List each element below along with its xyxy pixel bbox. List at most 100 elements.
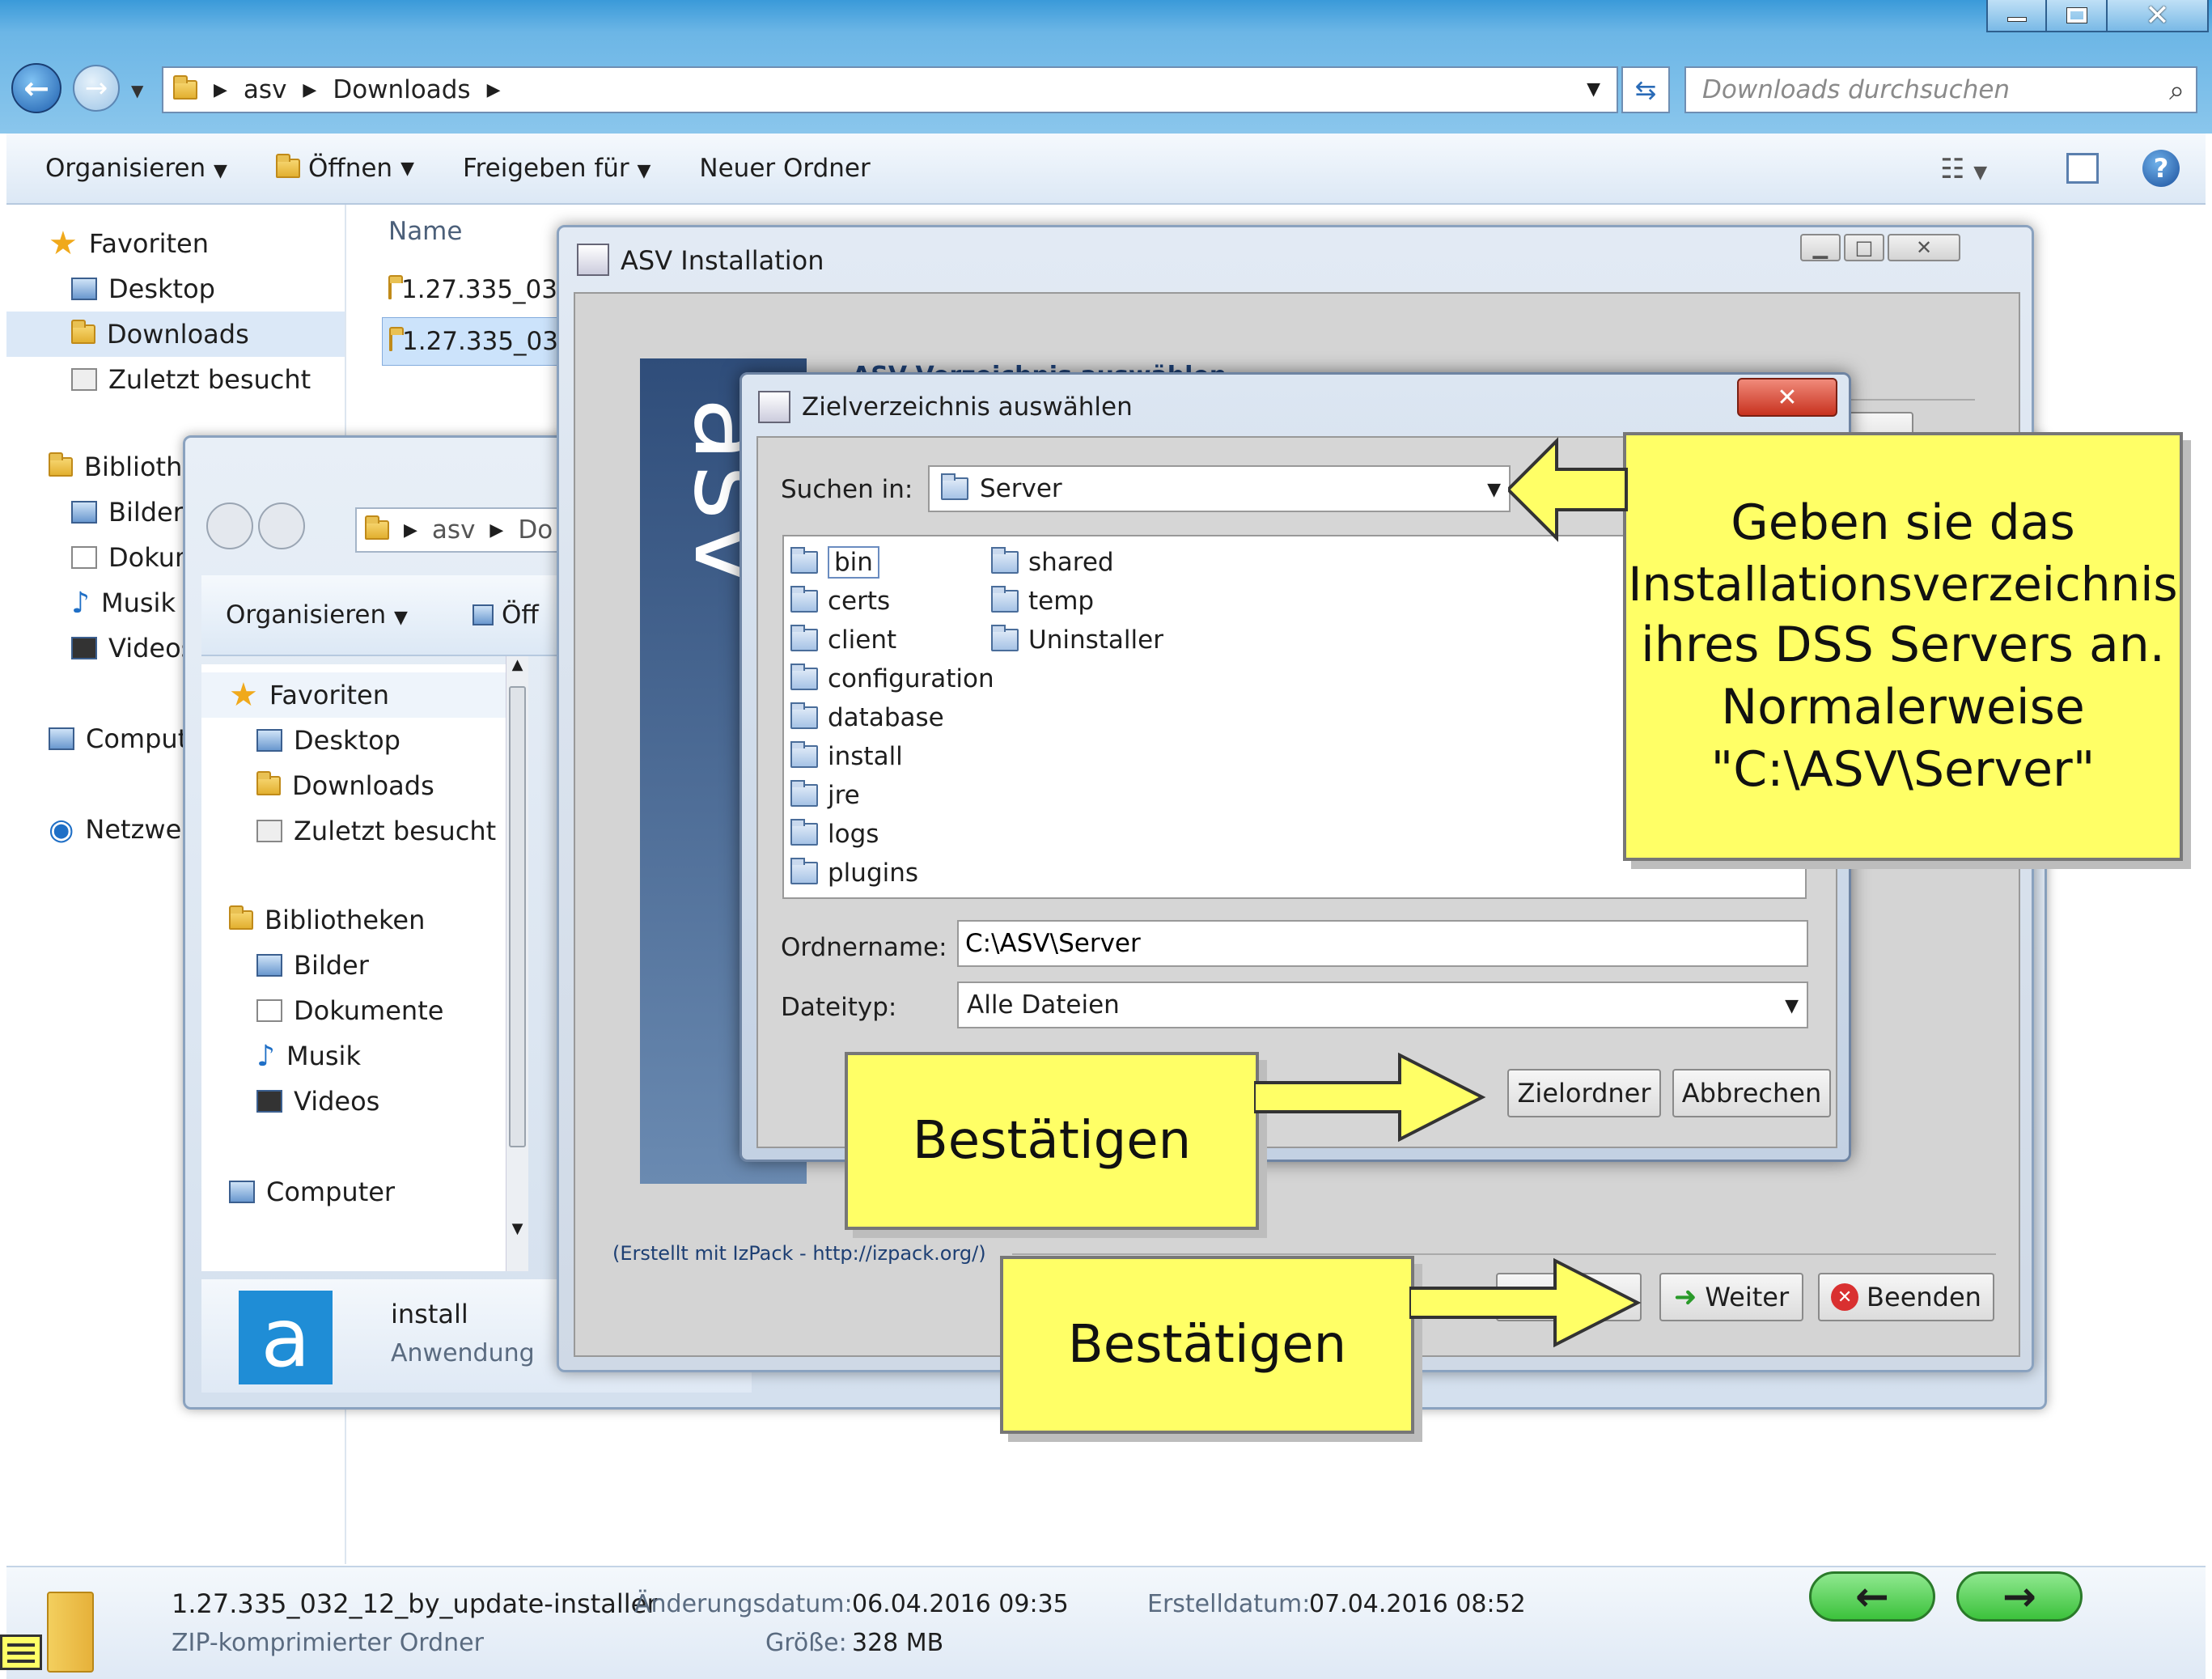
breadcrumb-separator-icon: ▶ xyxy=(404,519,417,541)
file-row[interactable]: 1.27.335_032_12_by_update-installer xyxy=(382,317,566,366)
dialog-close-button[interactable]: ✕ xyxy=(1737,378,1837,417)
open-menu[interactable]: Öffnen ▼ xyxy=(275,154,414,183)
scroll-thumb[interactable] xyxy=(509,686,526,1147)
sidebar-item-computer[interactable]: Computer xyxy=(201,1169,517,1215)
column-header-name[interactable]: Name xyxy=(388,217,462,246)
window-controls: ✕ xyxy=(1986,0,2212,32)
sidebar-favorites-header[interactable]: ★ Favoriten xyxy=(201,672,517,718)
organize-menu[interactable]: Organisieren ▼ xyxy=(226,600,408,630)
breadcrumb-item[interactable]: asv xyxy=(432,515,476,545)
folder-item[interactable]: Uninstaller xyxy=(991,621,1163,659)
forward-button[interactable] xyxy=(258,502,305,549)
select-folder-button[interactable]: Zielordner xyxy=(1507,1069,1661,1117)
folder-item[interactable]: configuration xyxy=(790,659,994,698)
maximize-button[interactable]: □ xyxy=(1844,234,1884,261)
back-button[interactable] xyxy=(206,502,253,549)
open-menu[interactable]: Öff xyxy=(472,600,539,630)
folder-item[interactable]: certs xyxy=(790,582,994,621)
folder-name-input[interactable] xyxy=(957,920,1808,967)
star-icon: ★ xyxy=(229,676,258,714)
pictures-icon xyxy=(256,954,282,977)
folder-item[interactable]: jre xyxy=(790,776,994,815)
file-type-label: Dateityp: xyxy=(781,993,897,1022)
folder-item[interactable]: client xyxy=(790,621,994,659)
next-button[interactable]: ➜ Weiter xyxy=(1659,1273,1803,1321)
help-icon[interactable]: ? xyxy=(2142,150,2180,187)
share-menu[interactable]: Freigeben für ▼ xyxy=(463,154,650,183)
folder-column-2: shared temp Uninstaller xyxy=(991,543,1163,659)
forward-button[interactable]: → xyxy=(73,65,120,112)
view-options-icon[interactable]: ☷ ▼ xyxy=(1940,153,1987,185)
address-dropdown-icon[interactable]: ▼ xyxy=(1587,79,1600,100)
breadcrumb-item[interactable]: Downloads xyxy=(333,75,470,104)
sidebar-item-desktop[interactable]: Desktop xyxy=(6,266,345,312)
network-icon: ◉ xyxy=(49,812,74,846)
folder-item[interactable]: install xyxy=(790,737,994,776)
refresh-button[interactable]: ⇆ xyxy=(1621,66,1670,113)
search-icon: ⌕ xyxy=(2168,74,2184,107)
callout-arrow-right xyxy=(1254,1052,1486,1143)
file-type-select[interactable]: Alle Dateien ▼ xyxy=(957,982,1808,1028)
folder-item[interactable]: logs xyxy=(790,815,994,854)
open-icon xyxy=(472,604,494,625)
scroll-down-icon[interactable]: ▼ xyxy=(506,1220,528,1237)
minimize-button[interactable]: ▁ xyxy=(1800,234,1841,261)
file-row[interactable]: 1.27.335_032_12_by_update-installer xyxy=(388,275,566,304)
sidebar-item-downloads[interactable]: Downloads xyxy=(6,312,345,357)
address-bar[interactable]: ▶ asv ▶ Downloads ▶ ▼ xyxy=(162,66,1618,113)
folder-item[interactable]: plugins xyxy=(790,854,994,892)
star-icon: ★ xyxy=(49,225,78,262)
preview-pane-icon[interactable] xyxy=(2066,153,2099,184)
folder-item[interactable]: temp xyxy=(991,582,1163,621)
arrow-right-icon: → xyxy=(2002,1573,2036,1620)
folder-item[interactable]: shared xyxy=(991,543,1163,582)
scroll-up-icon[interactable]: ▲ xyxy=(506,656,528,673)
look-in-combobox[interactable]: Server ▼ xyxy=(928,465,1511,512)
next-slide-button[interactable]: → xyxy=(1956,1571,2083,1622)
folder-icon xyxy=(790,586,818,613)
refresh-icon: ⇆ xyxy=(1634,74,1657,105)
minimize-button[interactable] xyxy=(1986,0,2047,32)
organize-menu[interactable]: Organisieren ▼ xyxy=(45,154,227,183)
sidebar-item-recent[interactable]: Zuletzt besucht xyxy=(6,357,345,402)
zip-folder-icon xyxy=(388,275,403,299)
breadcrumb-separator-icon: ▶ xyxy=(489,519,504,541)
sidebar-item-recent[interactable]: Zuletzt besucht xyxy=(201,808,517,854)
breadcrumb-separator-icon: ▶ xyxy=(214,79,227,100)
breadcrumb-item[interactable]: asv xyxy=(244,75,287,104)
search-box[interactable]: Downloads durchsuchen ⌕ xyxy=(1684,66,2197,113)
history-dropdown-icon[interactable]: ▼ xyxy=(131,81,143,100)
confirm-callout-2: Bestätigen xyxy=(1000,1256,1414,1434)
quit-button[interactable]: ✕ Beenden xyxy=(1818,1273,1994,1321)
previous-slide-button[interactable]: ← xyxy=(1809,1571,1935,1622)
cancel-button[interactable]: Abbrechen xyxy=(1672,1069,1831,1117)
folder-item[interactable]: database xyxy=(790,698,994,737)
sidebar-item-documents[interactable]: Dokumente xyxy=(201,988,517,1033)
breadcrumb-item[interactable]: Do xyxy=(518,515,553,545)
sidebar-item-music[interactable]: ♪ Musik xyxy=(201,1033,517,1079)
folder-icon xyxy=(173,75,197,100)
desktop-icon xyxy=(256,729,282,752)
sidebar-libraries-header[interactable]: Bibliotheken xyxy=(201,897,517,943)
maximize-button[interactable] xyxy=(2047,0,2108,32)
folder-icon xyxy=(790,664,818,690)
computer-icon xyxy=(229,1181,255,1203)
sidebar-item-videos[interactable]: Videos xyxy=(201,1079,517,1124)
sidebar-favorites-header[interactable]: ★ Favoriten xyxy=(6,221,345,266)
back-arrow-icon: ← xyxy=(23,70,49,106)
close-button[interactable]: ✕ xyxy=(1888,234,1960,261)
folder-column-1: bin certs client configuration database … xyxy=(790,543,994,892)
sidebar-item-pictures[interactable]: Bilder xyxy=(201,943,517,988)
sidebar-item-downloads[interactable]: Downloads xyxy=(201,763,517,808)
note-icon[interactable] xyxy=(0,1634,42,1670)
chevron-down-icon: ▼ xyxy=(400,158,414,179)
explorer-toolbar: Organisieren ▼ Öffnen ▼ Freigeben für ▼ … xyxy=(6,134,2206,205)
sidebar-scrollbar[interactable]: ▲ ▼ xyxy=(506,656,528,1271)
sidebar-item-desktop[interactable]: Desktop xyxy=(201,718,517,763)
folder-item-bin[interactable]: bin xyxy=(790,543,994,582)
new-folder-button[interactable]: Neuer Ordner xyxy=(699,154,870,183)
folder-icon xyxy=(790,858,818,884)
close-button[interactable]: ✕ xyxy=(2108,0,2209,32)
back-button[interactable]: ← xyxy=(11,63,61,113)
cancel-icon: ✕ xyxy=(1831,1283,1859,1311)
